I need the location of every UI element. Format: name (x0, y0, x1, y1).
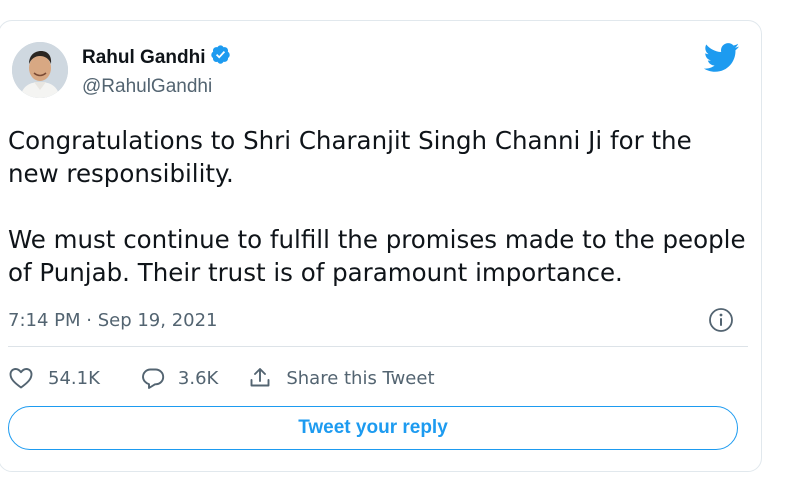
tweet-your-reply-button[interactable]: Tweet your reply (8, 406, 738, 450)
share-label: Share this Tweet (286, 367, 435, 389)
twitter-bird-icon[interactable] (702, 42, 740, 77)
share-button[interactable]: Share this Tweet (248, 366, 435, 390)
like-button[interactable]: 54.1K (8, 366, 100, 390)
share-icon (248, 366, 272, 390)
info-icon[interactable] (708, 307, 734, 337)
like-count: 54.1K (48, 367, 100, 389)
reply-count-button[interactable]: 3.6K (140, 366, 218, 390)
verified-badge-icon (210, 44, 231, 71)
tweet-timestamp[interactable]: 7:14 PM · Sep 19, 2021 (8, 310, 218, 331)
author-name[interactable]: Rahul Gandhi (82, 47, 206, 69)
author-block[interactable]: Rahul Gandhi @RahulGandhi (82, 44, 231, 98)
author-handle[interactable]: @RahulGandhi (82, 76, 231, 98)
reply-bubble-icon (140, 366, 166, 390)
tweet-text: Congratulations to Shri Charanjit Singh … (8, 124, 748, 289)
avatar[interactable] (12, 42, 68, 98)
divider (8, 346, 748, 347)
reply-count: 3.6K (177, 367, 219, 389)
action-bar: 54.1K 3.6K Share this Tweet (8, 364, 435, 392)
tweet-paragraph: Congratulations to Shri Charanjit Singh … (8, 126, 692, 188)
author-name-row[interactable]: Rahul Gandhi (82, 44, 231, 71)
heart-icon (8, 366, 34, 390)
tweet-paragraph: We must continue to fulfill the promises… (8, 225, 746, 287)
